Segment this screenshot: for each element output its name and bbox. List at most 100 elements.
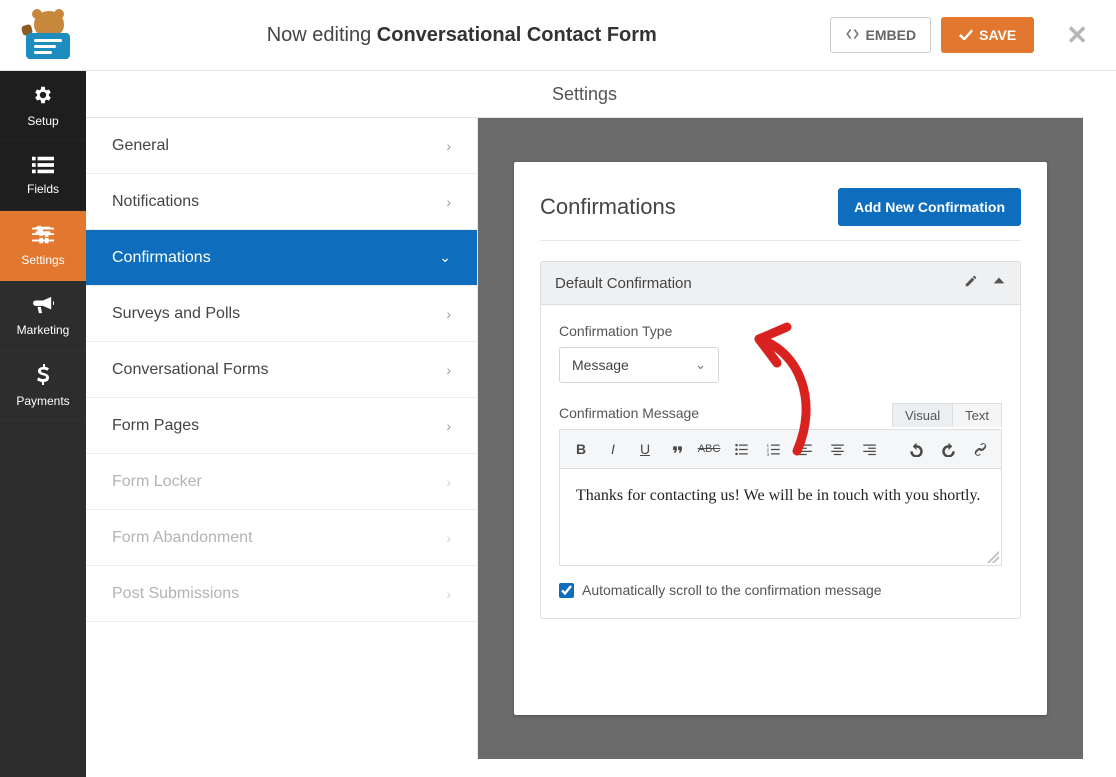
- resize-handle[interactable]: [987, 551, 999, 563]
- chevron-down-icon: ⌄: [695, 357, 706, 373]
- subnav-conversational[interactable]: Conversational Forms ›: [86, 342, 477, 398]
- rail-marketing[interactable]: Marketing: [0, 281, 86, 351]
- settings-subnav: General › Notifications › Confirmations …: [86, 118, 478, 777]
- message-content: Thanks for contacting us! We will be in …: [576, 487, 980, 504]
- dollar-icon: [36, 364, 50, 390]
- autoscroll-label: Automatically scroll to the confirmation…: [582, 582, 882, 598]
- list-icon: [32, 156, 54, 178]
- subnav-form-locker-label: Form Locker: [112, 473, 202, 491]
- confirmations-panel: Confirmations Add New Confirmation Defau…: [514, 162, 1047, 715]
- svg-text:3: 3: [766, 451, 769, 456]
- select-value: Message: [572, 357, 629, 373]
- chevron-right-icon: ›: [446, 306, 451, 322]
- subnav-notifications-label: Notifications: [112, 193, 199, 211]
- confirmation-accordion: Default Confirmation Confirmation Type M…: [540, 261, 1021, 619]
- subnav-form-abandonment[interactable]: Form Abandonment ›: [86, 510, 477, 566]
- rail-fields-label: Fields: [27, 182, 59, 196]
- align-center-button[interactable]: [824, 436, 850, 462]
- edit-icon[interactable]: [964, 274, 978, 292]
- chevron-right-icon: ›: [446, 362, 451, 378]
- chevron-right-icon: ›: [446, 586, 451, 602]
- logo-slot: [14, 11, 94, 59]
- numbered-list-button[interactable]: 123: [760, 436, 786, 462]
- wpforms-logo: [26, 11, 82, 59]
- embed-label: EMBED: [866, 27, 917, 43]
- left-rail: Setup Fields Settings Marketing Payments: [0, 71, 86, 777]
- embed-button[interactable]: EMBED: [830, 17, 932, 53]
- blockquote-button[interactable]: [664, 436, 690, 462]
- chevron-right-icon: ›: [446, 418, 451, 434]
- subnav-post-submissions[interactable]: Post Submissions ›: [86, 566, 477, 622]
- subnav-surveys[interactable]: Surveys and Polls ›: [86, 286, 477, 342]
- redo-button[interactable]: [935, 436, 961, 462]
- subnav-form-pages[interactable]: Form Pages ›: [86, 398, 477, 454]
- save-label: SAVE: [979, 27, 1016, 43]
- panel-title: Confirmations: [540, 194, 676, 220]
- subnav-surveys-label: Surveys and Polls: [112, 305, 240, 323]
- autoscroll-checkbox[interactable]: [559, 583, 574, 598]
- rail-setup-label: Setup: [27, 114, 58, 128]
- subnav-conversational-label: Conversational Forms: [112, 361, 269, 379]
- save-button[interactable]: SAVE: [941, 17, 1034, 53]
- subnav-confirmations[interactable]: Confirmations ⌄: [86, 230, 477, 286]
- settings-header-label: Settings: [552, 84, 617, 105]
- rail-setup[interactable]: Setup: [0, 71, 86, 141]
- accordion-header[interactable]: Default Confirmation: [541, 262, 1020, 305]
- collapse-icon[interactable]: [992, 274, 1006, 292]
- chevron-right-icon: ›: [446, 138, 451, 154]
- settings-header: Settings: [86, 71, 1083, 118]
- now-editing-prefix: Now editing: [267, 24, 377, 46]
- subnav-general-label: General: [112, 137, 169, 155]
- subnav-confirmations-label: Confirmations: [112, 249, 211, 267]
- rail-payments-label: Payments: [16, 394, 69, 408]
- top-actions: EMBED SAVE ✕: [830, 17, 1102, 53]
- subnav-form-abandonment-label: Form Abandonment: [112, 529, 253, 547]
- embed-icon: [845, 27, 860, 43]
- subnav-form-locker[interactable]: Form Locker ›: [86, 454, 477, 510]
- add-confirmation-button[interactable]: Add New Confirmation: [838, 188, 1021, 226]
- rail-settings-label: Settings: [21, 253, 64, 267]
- rail-fields[interactable]: Fields: [0, 141, 86, 211]
- undo-button[interactable]: [903, 436, 929, 462]
- editor-tab-text[interactable]: Text: [953, 403, 1002, 427]
- form-name: Conversational Contact Form: [377, 24, 657, 46]
- rail-marketing-label: Marketing: [17, 323, 70, 337]
- chevron-right-icon: ›: [446, 474, 451, 490]
- bullet-list-button[interactable]: [728, 436, 754, 462]
- editor-toolbar: B I U ABC 123: [560, 430, 1001, 469]
- bottom-gutter: [86, 759, 1116, 777]
- accordion-body: Confirmation Type Message ⌄ Confirmation…: [541, 305, 1020, 618]
- subnav-notifications[interactable]: Notifications ›: [86, 174, 477, 230]
- editor-tab-visual[interactable]: Visual: [892, 403, 953, 427]
- autoscroll-row[interactable]: Automatically scroll to the confirmation…: [559, 582, 1002, 598]
- gear-icon: [32, 84, 54, 110]
- message-textarea[interactable]: Thanks for contacting us! We will be in …: [560, 469, 1001, 565]
- type-label: Confirmation Type: [559, 323, 1002, 339]
- subnav-post-submissions-label: Post Submissions: [112, 585, 239, 603]
- canvas: Confirmations Add New Confirmation Defau…: [478, 118, 1083, 759]
- confirmation-type-select[interactable]: Message ⌄: [559, 347, 719, 383]
- accordion-title: Default Confirmation: [555, 275, 692, 292]
- subnav-general[interactable]: General ›: [86, 118, 477, 174]
- align-right-button[interactable]: [856, 436, 882, 462]
- rail-settings[interactable]: Settings: [0, 211, 86, 281]
- link-button[interactable]: [967, 436, 993, 462]
- align-left-button[interactable]: [792, 436, 818, 462]
- now-editing: Now editing Conversational Contact Form: [94, 24, 830, 47]
- bullhorn-icon: [32, 295, 54, 319]
- underline-button[interactable]: U: [632, 436, 658, 462]
- check-icon: [959, 27, 973, 43]
- chevron-down-icon: ⌄: [439, 249, 451, 266]
- sliders-icon: [32, 225, 54, 249]
- topbar: Now editing Conversational Contact Form …: [0, 0, 1116, 71]
- strikethrough-button[interactable]: ABC: [696, 436, 722, 462]
- italic-button[interactable]: I: [600, 436, 626, 462]
- subnav-form-pages-label: Form Pages: [112, 417, 199, 435]
- chevron-right-icon: ›: [446, 530, 451, 546]
- editor-tabs: Visual Text: [892, 403, 1002, 427]
- chevron-right-icon: ›: [446, 194, 451, 210]
- panel-header: Confirmations Add New Confirmation: [540, 188, 1021, 241]
- bold-button[interactable]: B: [568, 436, 594, 462]
- rail-payments[interactable]: Payments: [0, 351, 86, 421]
- close-icon[interactable]: ✕: [1044, 20, 1102, 51]
